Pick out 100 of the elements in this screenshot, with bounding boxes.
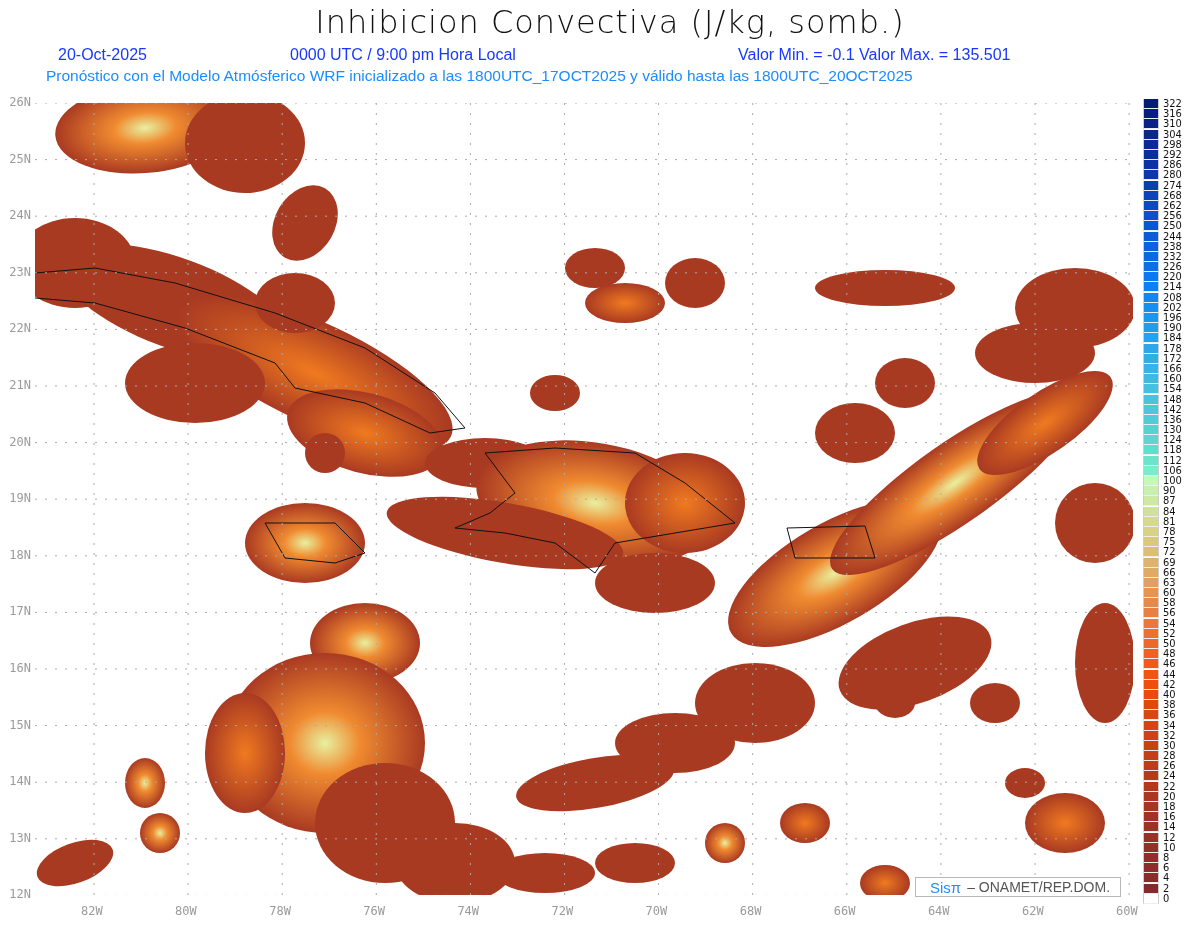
legend-label: 244 [1163, 231, 1182, 242]
longitude-label: 68W [739, 904, 762, 918]
legend-label: 46 [1163, 659, 1176, 670]
legend-label: 36 [1163, 710, 1176, 721]
legend-label: 72 [1163, 547, 1176, 558]
legend-label: 22 [1163, 781, 1176, 792]
legend-label: 2 [1163, 883, 1170, 894]
legend-label: 250 [1163, 221, 1182, 232]
latitude-label: 12N [9, 887, 31, 902]
latitude-label: 22N [9, 321, 31, 336]
legend-label: 90 [1163, 486, 1176, 497]
legend-label: 172 [1163, 353, 1182, 364]
legend-label: 310 [1163, 119, 1182, 130]
legend-label: 6 [1163, 863, 1170, 874]
legend-label: 316 [1163, 109, 1182, 120]
legend-label: 124 [1163, 435, 1182, 446]
latitude-label: 26N [9, 95, 31, 109]
credit-text: – ONAMET/REP.DOM. [967, 879, 1111, 895]
legend-label: 226 [1163, 262, 1182, 273]
longitude-label: 76W [363, 904, 385, 918]
longitude-label: 74W [457, 904, 480, 918]
latitude-label: 23N [9, 264, 31, 279]
legend-label: 220 [1163, 272, 1182, 283]
legend-label: 40 [1163, 689, 1176, 700]
longitude-label: 72W [551, 904, 574, 918]
legend-label: 160 [1163, 374, 1182, 385]
legend-label: 52 [1163, 628, 1176, 639]
latitude-label: 13N [9, 830, 31, 845]
legend-label: 34 [1163, 720, 1176, 731]
legend-label: 20 [1163, 791, 1176, 802]
legend-label: 232 [1163, 251, 1182, 262]
legend-label: 130 [1163, 425, 1182, 436]
longitude-label: 80W [175, 904, 197, 918]
legend-label: 32 [1163, 730, 1176, 741]
brand-label: Sisπ [930, 878, 962, 896]
legend-label: 42 [1163, 679, 1176, 690]
legend-label: 26 [1163, 761, 1176, 772]
latitude-label: 19N [9, 491, 31, 506]
legend-label: 10 [1163, 842, 1176, 853]
legend-label: 8 [1163, 852, 1170, 863]
longitude-label: 64W [927, 904, 950, 918]
chart-title: Inhibicion Convectiva (J/kg, somb.) [314, 3, 905, 41]
legend-label: 12 [1163, 832, 1176, 843]
latitude-label: 25N [9, 151, 31, 166]
legend-label: 56 [1163, 608, 1176, 619]
legend-label: 58 [1163, 598, 1176, 609]
legend-label: 304 [1163, 129, 1182, 140]
latitude-label: 24N [9, 208, 31, 223]
legend-label: 238 [1163, 241, 1182, 252]
legend-label: 298 [1163, 139, 1182, 150]
legend-label: 78 [1163, 526, 1176, 537]
legend-label: 87 [1163, 496, 1176, 507]
legend-label: 60 [1163, 588, 1176, 599]
legend-label: 166 [1163, 363, 1182, 374]
latitude-label: 15N [9, 717, 31, 732]
value-range-label: Valor Min. = -0.1 Valor Max. = 135.501 [738, 46, 1012, 64]
legend-label: 274 [1163, 180, 1182, 191]
legend-label: 292 [1163, 150, 1182, 161]
legend-label: 84 [1163, 506, 1176, 517]
legend-label: 118 [1163, 445, 1182, 456]
legend-label: 66 [1163, 567, 1176, 578]
legend-label: 100 [1163, 476, 1182, 487]
legend-label: 256 [1163, 211, 1182, 222]
longitude-label: 62W [1022, 904, 1044, 918]
legend-label: 154 [1163, 384, 1182, 395]
legend-label: 28 [1163, 751, 1176, 762]
legend-label: 24 [1163, 771, 1176, 782]
time-label: 0000 UTC / 9:00 pm Hora Local [290, 46, 517, 64]
legend-label: 75 [1163, 537, 1176, 548]
legend-label: 30 [1163, 740, 1176, 751]
legend-label: 48 [1163, 649, 1176, 660]
forecast-subtitle: Pronóstico con el Modelo Atmósferico WRF inicializado a las 1800UTC_17OCT2025 y válido hasta las 1800UTC_20OCT2025 [46, 67, 913, 85]
legend-label: 268 [1163, 190, 1182, 201]
legend-label: 136 [1163, 414, 1182, 425]
legend-label: 4 [1163, 873, 1170, 884]
legend-label: 50 [1163, 639, 1176, 650]
legend-label: 184 [1163, 333, 1182, 344]
legend-label: 54 [1163, 618, 1176, 629]
latitude-label: 21N [9, 378, 31, 392]
legend-label: 14 [1163, 822, 1176, 833]
latitude-label: 16N [9, 661, 31, 675]
legend-label: 286 [1163, 160, 1182, 171]
date-label: 20-Oct-2025 [58, 46, 148, 64]
legend-label: 280 [1163, 170, 1182, 181]
legend-label: 44 [1163, 669, 1176, 680]
legend-label: 81 [1163, 516, 1176, 527]
legend-label: 18 [1163, 802, 1176, 813]
legend-label: 196 [1163, 313, 1182, 324]
legend-label: 0 [1163, 893, 1170, 904]
legend-label: 112 [1163, 455, 1182, 466]
longitude-label: 60W [1116, 904, 1138, 918]
legend-label: 38 [1163, 700, 1176, 711]
legend-label: 262 [1163, 200, 1182, 211]
longitude-label: 82W [81, 904, 103, 918]
latitude-label: 18N [9, 547, 31, 562]
legend-label: 148 [1163, 394, 1182, 405]
legend-label: 178 [1163, 343, 1182, 354]
longitude-label: 66W [833, 904, 856, 918]
longitude-label: 70W [645, 904, 668, 918]
latitude-label: 14N [9, 774, 31, 789]
